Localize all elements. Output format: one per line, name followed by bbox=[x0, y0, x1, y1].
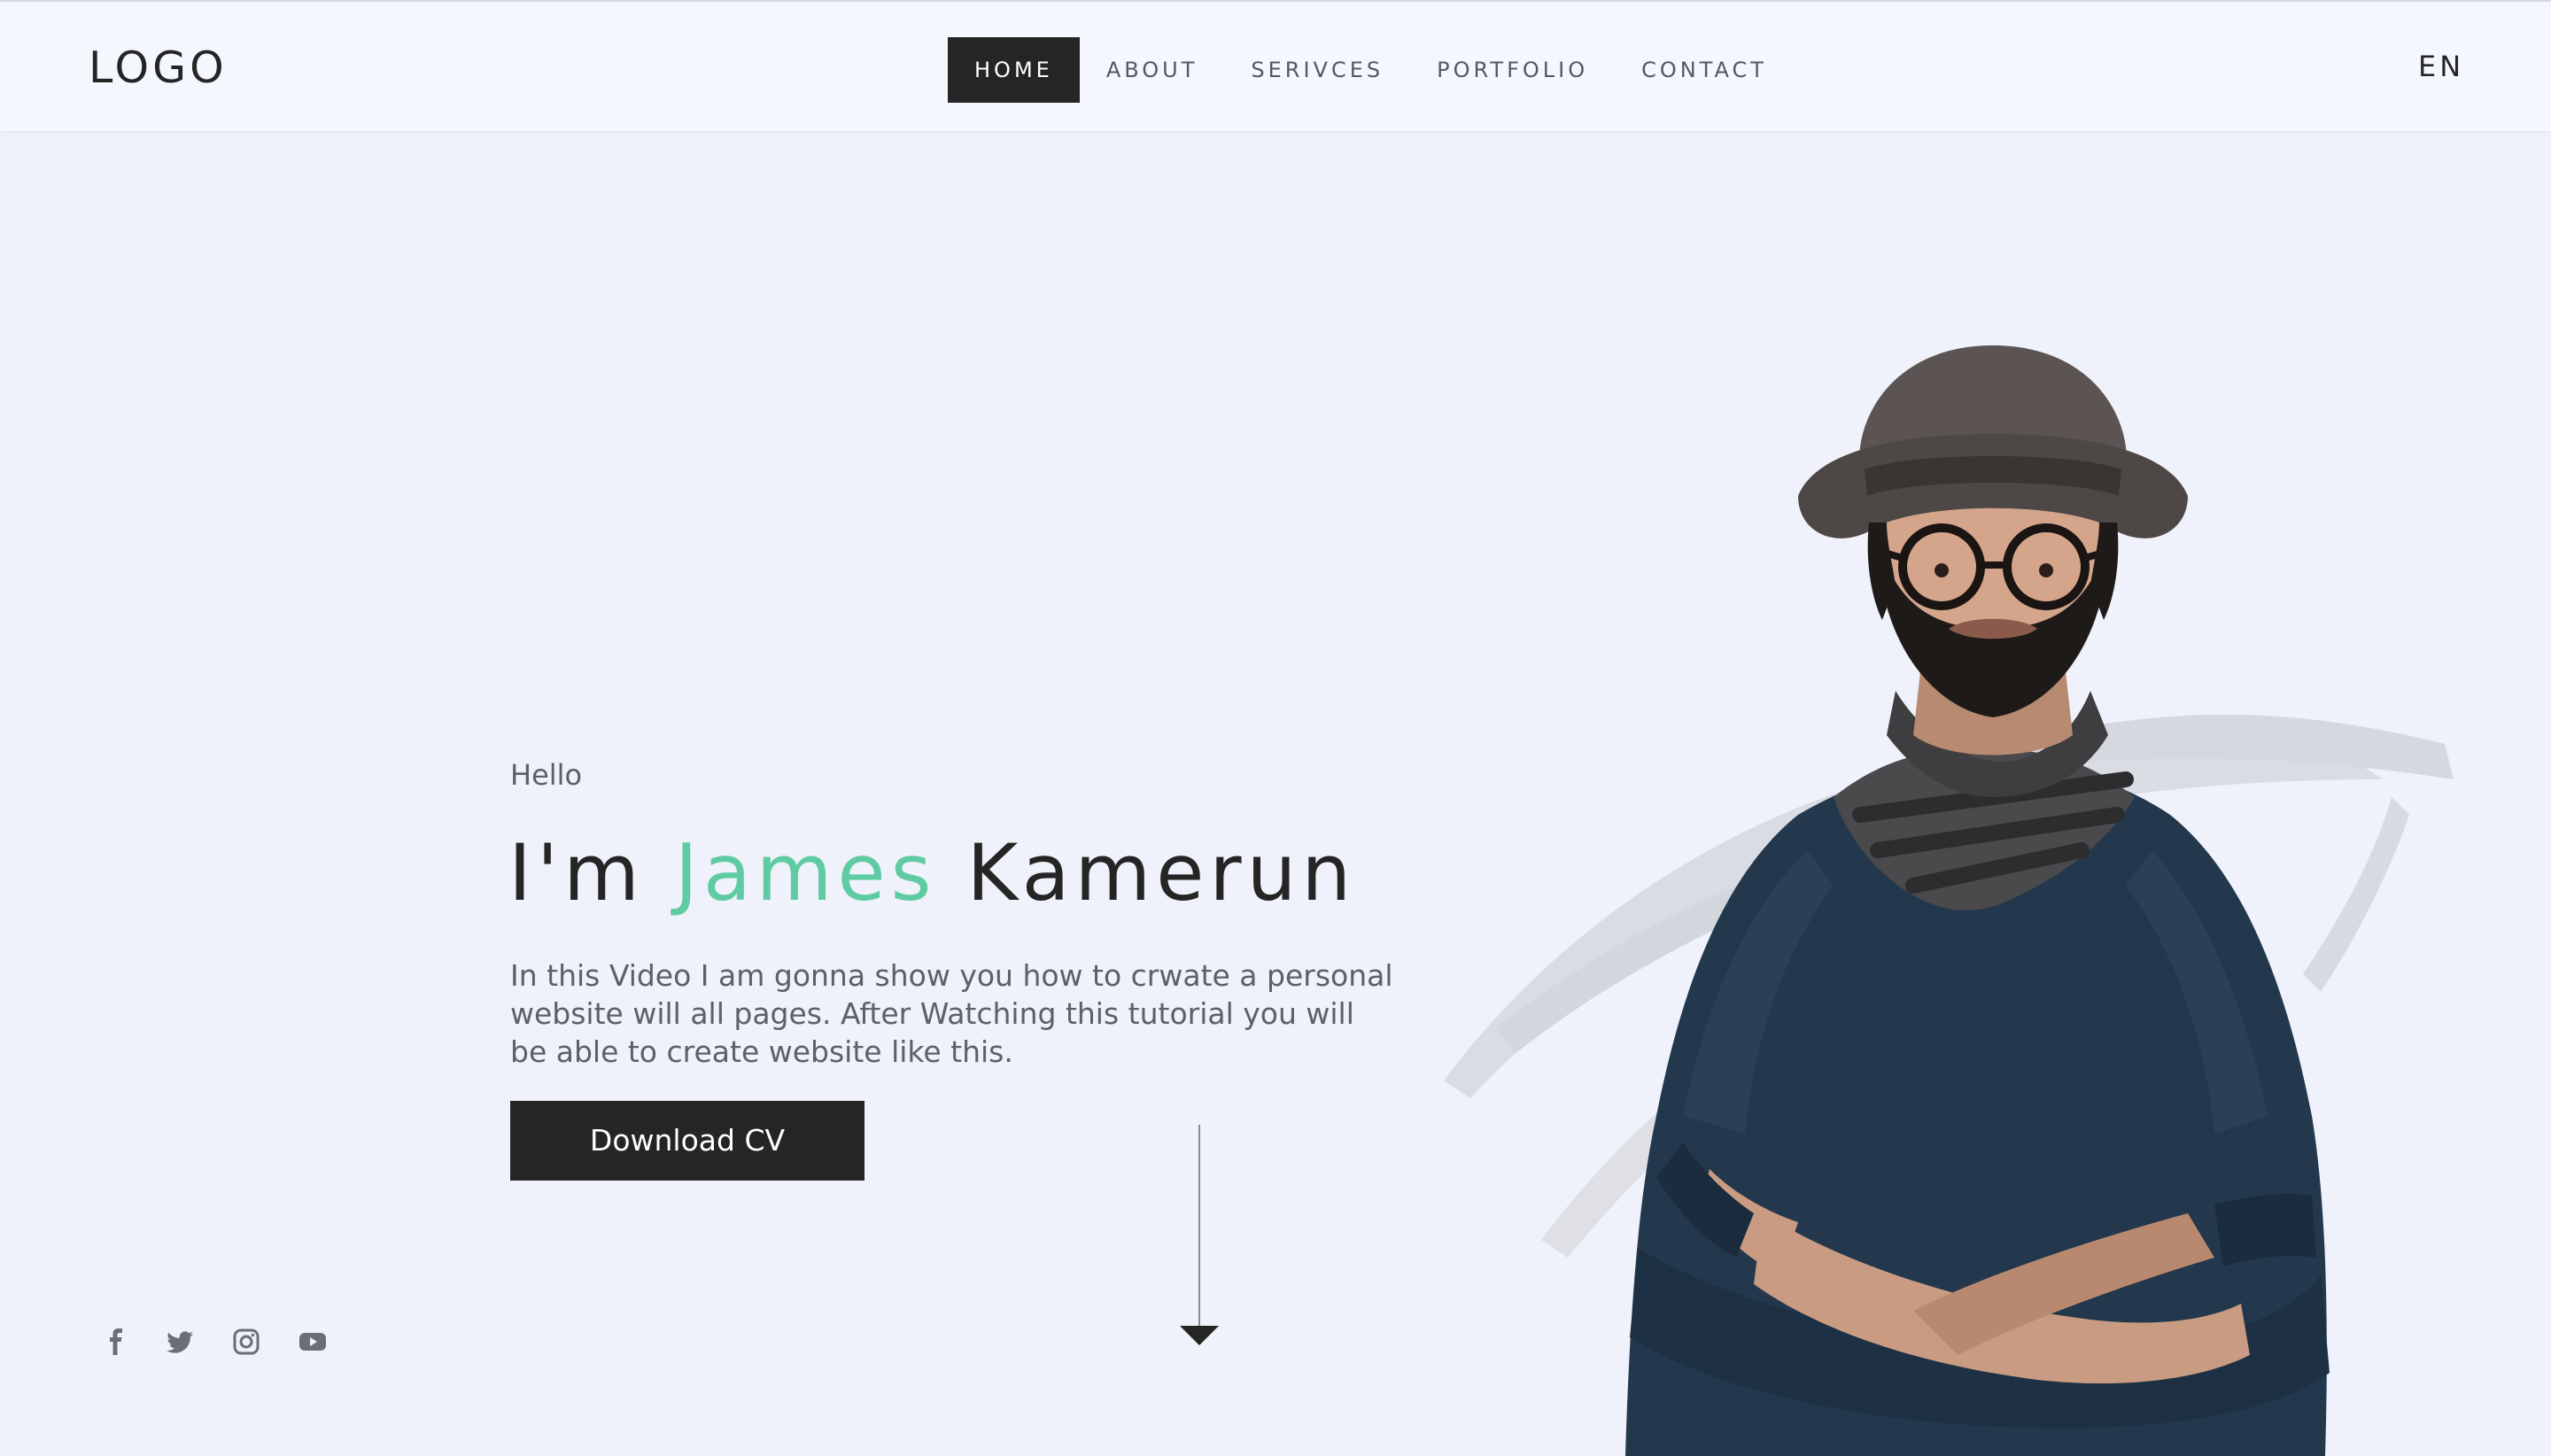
nav-contact[interactable]: CONTACT bbox=[1641, 37, 1767, 103]
site-header: LOGO HOME ABOUT SERIVCES PORTFOLIO CONTA… bbox=[0, 0, 2551, 131]
nav-services[interactable]: SERIVCES bbox=[1251, 37, 1384, 103]
hero-description: In this Video I am gonna show you how to… bbox=[510, 958, 1393, 1069]
headline-accent-name: James bbox=[674, 827, 937, 918]
headline-suffix: Kamerun bbox=[966, 827, 1357, 918]
hero-portrait-image bbox=[1417, 319, 2480, 1456]
headline-prefix: I'm bbox=[508, 827, 645, 918]
page: LOGO HOME ABOUT SERIVCES PORTFOLIO CONTA… bbox=[0, 0, 2551, 1456]
twitter-icon[interactable] bbox=[164, 1326, 196, 1358]
nav-home[interactable]: HOME bbox=[948, 37, 1080, 103]
hero-headline: I'm James Kamerun bbox=[508, 827, 1356, 918]
nav-portfolio[interactable]: PORTFOLIO bbox=[1437, 37, 1588, 103]
main-nav: HOME ABOUT SERIVCES PORTFOLIO CONTACT bbox=[948, 37, 1767, 103]
nav-about[interactable]: ABOUT bbox=[1106, 37, 1198, 103]
language-selector[interactable]: EN bbox=[2418, 50, 2464, 83]
hero-greeting: Hello bbox=[510, 758, 583, 792]
logo[interactable]: LOGO bbox=[89, 43, 228, 93]
scroll-down-arrow-icon[interactable] bbox=[1180, 1326, 1219, 1345]
facebook-icon[interactable] bbox=[101, 1326, 133, 1358]
download-cv-button[interactable]: Download CV bbox=[510, 1101, 865, 1181]
youtube-icon[interactable] bbox=[297, 1326, 329, 1358]
instagram-icon[interactable] bbox=[230, 1326, 262, 1358]
scroll-indicator-line bbox=[1198, 1125, 1200, 1327]
